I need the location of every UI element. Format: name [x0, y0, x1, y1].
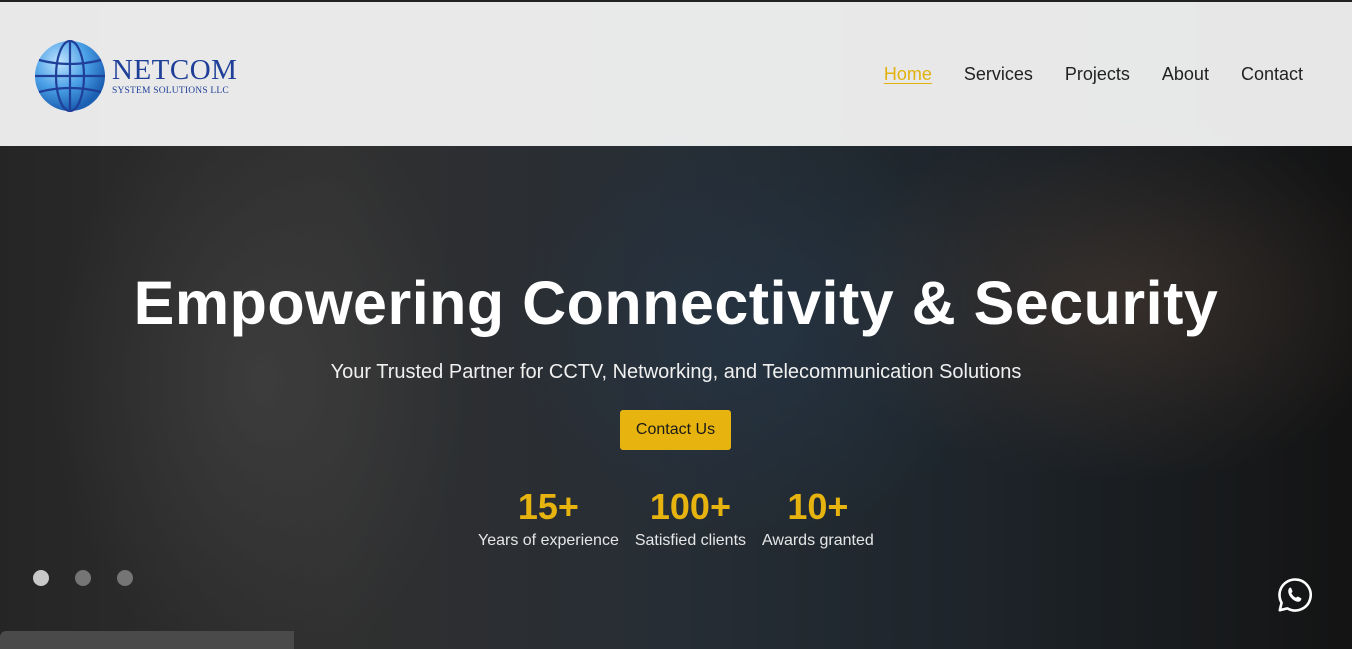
- stat-item: 10+ Awards granted: [762, 488, 874, 550]
- stat-label: Years of experience: [478, 531, 619, 549]
- slider-dot-1[interactable]: [33, 570, 49, 586]
- site-header: NETCOM SYSTEM SOLUTIONS LLC Home Service…: [0, 2, 1352, 146]
- stat-value: 10+: [787, 486, 849, 527]
- stat-label: Satisfied clients: [634, 531, 747, 549]
- stat-label: Awards granted: [762, 531, 874, 549]
- stats: 15+ Years of experience 100+ Satisfied c…: [478, 488, 874, 550]
- brand-tagline: SYSTEM SOLUTIONS LLC: [112, 85, 229, 96]
- bottom-panel: [0, 631, 294, 649]
- logo[interactable]: NETCOM SYSTEM SOLUTIONS LLC: [34, 38, 244, 114]
- main-nav: Home Services Projects About Contact: [852, 64, 1303, 85]
- hero-subtitle: Your Trusted Partner for CCTV, Networkin…: [330, 361, 1022, 383]
- whatsapp-icon[interactable]: [1277, 577, 1313, 613]
- nav-about[interactable]: About: [1162, 64, 1209, 85]
- slider-dots: [33, 570, 133, 586]
- stat-value: 15+: [517, 486, 579, 527]
- nav-services[interactable]: Services: [964, 64, 1033, 85]
- top-border: [0, 0, 1352, 2]
- contact-us-button[interactable]: Contact Us: [620, 410, 731, 450]
- nav-home[interactable]: Home: [884, 64, 932, 85]
- stat-item: 100+ Satisfied clients: [635, 488, 746, 550]
- hero-title: Empowering Connectivity & Security: [133, 269, 1219, 337]
- nav-projects[interactable]: Projects: [1065, 64, 1130, 85]
- brand-name: NETCOM: [112, 53, 238, 86]
- slider-dot-2[interactable]: [75, 570, 91, 586]
- stat-item: 15+ Years of experience: [478, 488, 619, 550]
- slider-dot-3[interactable]: [117, 570, 133, 586]
- globe-icon: [35, 40, 105, 112]
- stat-value: 100+: [649, 486, 731, 527]
- nav-contact[interactable]: Contact: [1241, 64, 1303, 85]
